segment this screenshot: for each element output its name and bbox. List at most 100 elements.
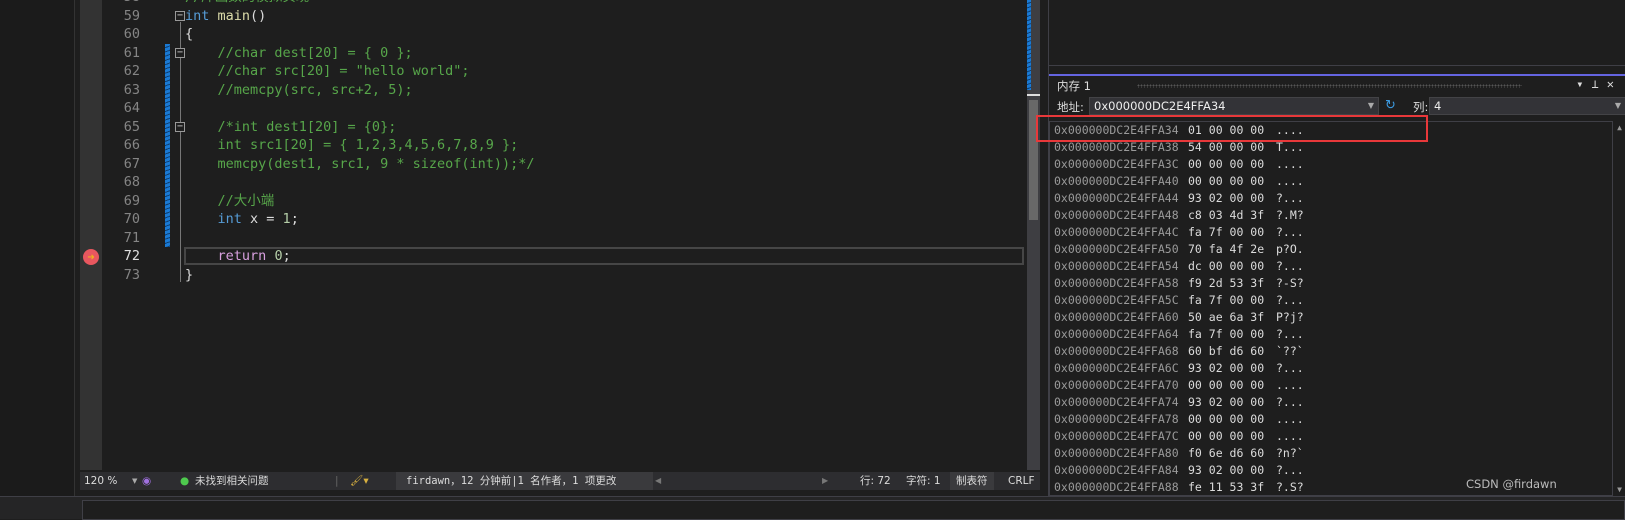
code-line[interactable]: 59 int main() xyxy=(76,7,1026,26)
memory-grid[interactable]: 0x000000DC2E4FFA34 01 00 00 00.... 0x00000… xyxy=(1049,121,1613,496)
memory-row[interactable]: 0x000000DC2E4FFA84 93 02 00 00?... xyxy=(1054,462,1304,479)
memory-ascii[interactable]: .... xyxy=(1276,411,1304,428)
memory-row[interactable]: 0x000000DC2E4FFA4C fa 7f 00 00?... xyxy=(1054,224,1304,241)
memory-row[interactable]: 0x000000DC2E4FFA6C 93 02 00 00?... xyxy=(1054,360,1304,377)
code-line[interactable]: 64 xyxy=(76,99,1026,118)
code-line[interactable]: 66 int src1[20] = { 1,2,3,4,5,6,7,8,9 }; xyxy=(76,136,1026,155)
code-line[interactable]: 68 xyxy=(76,173,1026,192)
memory-bytes[interactable]: f9 2d 53 3f xyxy=(1188,275,1264,292)
issues-status[interactable]: 未找到相关问题 xyxy=(195,472,269,490)
memory-ascii[interactable]: P?j? xyxy=(1276,309,1304,326)
line-number-indicator[interactable]: 行: 72 xyxy=(860,472,891,490)
copilot-icon[interactable]: ◉ xyxy=(142,472,151,490)
memory-bytes[interactable]: fe 11 53 3f xyxy=(1188,479,1264,495)
memory-tab-header[interactable]: 内存 1 ▾⊥✕ xyxy=(1049,74,1625,94)
memory-bytes[interactable]: 00 00 00 00 xyxy=(1188,173,1264,190)
memory-bytes[interactable]: f0 6e d6 60 xyxy=(1188,445,1264,462)
chevron-down-icon[interactable]: ▼ xyxy=(1615,98,1621,114)
char-indicator[interactable]: 字符: 1 xyxy=(906,472,941,490)
code-line[interactable]: 69 //大小端 xyxy=(76,192,1026,211)
dropdown-icon[interactable]: ▾ xyxy=(1576,77,1591,91)
memory-row[interactable]: 0x000000DC2E4FFA68 60 bf d6 60 `??` xyxy=(1054,343,1304,360)
code-line[interactable]: 73} xyxy=(76,266,1026,285)
memory-bytes[interactable]: 00 00 00 00 xyxy=(1188,156,1264,173)
memory-bytes[interactable]: 60 bf d6 60 xyxy=(1188,343,1264,360)
close-icon[interactable]: ✕ xyxy=(1607,77,1622,91)
memory-row[interactable]: 0x000000DC2E4FFA88 fe 11 53 3f ?.S? xyxy=(1054,479,1304,495)
memory-ascii[interactable]: ?... xyxy=(1276,224,1304,241)
memory-ascii[interactable]: ?... xyxy=(1276,394,1304,411)
memory-row[interactable]: 0x000000DC2E4FFA78 00 00 00 00.... xyxy=(1054,411,1304,428)
memory-ascii[interactable]: `??` xyxy=(1276,343,1304,360)
indent-mode[interactable]: 制表符 xyxy=(950,472,994,490)
memory-row[interactable]: 0x000000DC2E4FFA58 f9 2d 53 3f ?-S? xyxy=(1054,275,1304,292)
memory-bytes[interactable]: fa 7f 00 00 xyxy=(1188,326,1264,343)
code-line[interactable]: 61 //char dest[20] = { 0 }; xyxy=(76,44,1026,63)
code-line[interactable]: 63 //memcpy(src, src+2, 5); xyxy=(76,81,1026,100)
memory-row[interactable]: 0x000000DC2E4FFA50 70 fa 4f 2e p?O. xyxy=(1054,241,1304,258)
memory-bytes[interactable]: c8 03 4d 3f xyxy=(1188,207,1264,224)
code-line[interactable]: 67 memcpy(dest1, src1, 9 * sizeof(int));… xyxy=(76,155,1026,174)
chevron-down-icon[interactable]: ▼ xyxy=(1368,98,1374,114)
memory-row[interactable]: 0x000000DC2E4FFA74 93 02 00 00?... xyxy=(1054,394,1304,411)
code-line[interactable]: 71 xyxy=(76,229,1026,248)
memory-tab-title[interactable]: 内存 1 xyxy=(1057,78,1091,94)
memory-bytes[interactable]: 93 02 00 00 xyxy=(1188,190,1264,207)
memory-ascii[interactable]: ?... xyxy=(1276,462,1304,479)
code-line[interactable]: 60 { xyxy=(76,25,1026,44)
line-ending[interactable]: CRLF xyxy=(1002,472,1041,490)
memory-ascii[interactable]: ?.S? xyxy=(1276,479,1304,495)
scroll-down-icon[interactable]: ▼ xyxy=(1613,485,1625,494)
memory-row[interactable]: 0x000000DC2E4FFA54 dc 00 00 00?... xyxy=(1054,258,1304,275)
code-line[interactable]: 70 int x = 1; xyxy=(76,210,1026,229)
memory-row[interactable]: 0x000000DC2E4FFA70 00 00 00 00.... xyxy=(1054,377,1304,394)
memory-ascii[interactable]: .... xyxy=(1276,156,1304,173)
memory-ascii[interactable]: ?... xyxy=(1276,190,1304,207)
scroll-left-icon[interactable]: ◀ xyxy=(655,472,661,490)
memory-ascii[interactable]: .... xyxy=(1276,173,1304,190)
memory-ascii[interactable]: ?... xyxy=(1276,326,1304,343)
memory-bytes[interactable]: 50 ae 6a 3f xyxy=(1188,309,1264,326)
memory-ascii[interactable]: ?... xyxy=(1276,292,1304,309)
code-editor[interactable]: − − − ➜ 58//库函数的模拟实现59int main()60{61 //… xyxy=(76,0,1040,470)
memory-bytes[interactable]: 00 00 00 00 xyxy=(1188,428,1264,445)
memory-bytes[interactable]: fa 7f 00 00 xyxy=(1188,224,1264,241)
memory-ascii[interactable]: ?... xyxy=(1276,258,1304,275)
memory-ascii[interactable]: p?O. xyxy=(1276,241,1304,258)
drag-grip[interactable] xyxy=(1137,84,1522,88)
memory-ascii[interactable]: ?.M? xyxy=(1276,207,1304,224)
code-line[interactable]: 72 return 0; xyxy=(76,247,1026,266)
memory-bytes[interactable]: fa 7f 00 00 xyxy=(1188,292,1264,309)
memory-row[interactable]: 0x000000DC2E4FFA5C fa 7f 00 00?... xyxy=(1054,292,1304,309)
memory-bytes[interactable]: 00 00 00 00 xyxy=(1188,377,1264,394)
memory-row[interactable]: 0x000000DC2E4FFA44 93 02 00 00?... xyxy=(1054,190,1304,207)
memory-row[interactable]: 0x000000DC2E4FFA64 fa 7f 00 00?... xyxy=(1054,326,1304,343)
scroll-right-icon[interactable]: ▶ xyxy=(822,472,828,490)
memory-ascii[interactable]: ?n?` xyxy=(1276,445,1304,462)
memory-bytes[interactable]: 93 02 00 00 xyxy=(1188,360,1264,377)
code-line[interactable]: 65 /*int dest1[20] = {0}; xyxy=(76,118,1026,137)
memory-row[interactable]: 0x000000DC2E4FFA7C 00 00 00 00.... xyxy=(1054,428,1304,445)
memory-row[interactable]: 0x000000DC2E4FFA80 f0 6e d6 60 ?n?` xyxy=(1054,445,1304,462)
memory-ascii[interactable]: .... xyxy=(1276,377,1304,394)
memory-row[interactable]: 0x000000DC2E4FFA48 c8 03 4d 3f ?.M? xyxy=(1054,207,1304,224)
chevron-down-icon[interactable]: ▼ xyxy=(132,472,137,490)
memory-ascii[interactable]: ?-S? xyxy=(1276,275,1304,292)
memory-bytes[interactable]: 00 00 00 00 xyxy=(1188,411,1264,428)
memory-scrollbar[interactable]: ▲ ▼ xyxy=(1613,121,1625,496)
pin-icon[interactable]: ⊥ xyxy=(1592,77,1607,91)
refresh-icon[interactable]: ↻ xyxy=(1385,98,1396,113)
git-blame-info[interactable]: firdawn，12 分钟前|1 名作者，1 项更改 xyxy=(396,472,653,490)
memory-bytes[interactable]: 93 02 00 00 xyxy=(1188,462,1264,479)
memory-ascii[interactable]: .... xyxy=(1276,428,1304,445)
memory-row[interactable]: 0x000000DC2E4FFA60 50 ae 6a 3f P?j? xyxy=(1054,309,1304,326)
editor-scrollbar[interactable] xyxy=(1027,0,1040,470)
memory-row[interactable]: 0x000000DC2E4FFA3C 00 00 00 00.... xyxy=(1054,156,1304,173)
memory-bytes[interactable]: 93 02 00 00 xyxy=(1188,394,1264,411)
zoom-level[interactable]: 120 % xyxy=(84,472,117,490)
memory-row[interactable]: 0x000000DC2E4FFA40 00 00 00 00.... xyxy=(1054,173,1304,190)
address-input[interactable]: 0x000000DC2E4FFA34 ▼ xyxy=(1089,97,1379,115)
cleanup-brush-icon[interactable]: 🖌▾ xyxy=(350,472,369,490)
memory-ascii[interactable]: ?... xyxy=(1276,360,1304,377)
memory-bytes[interactable]: dc 00 00 00 xyxy=(1188,258,1264,275)
